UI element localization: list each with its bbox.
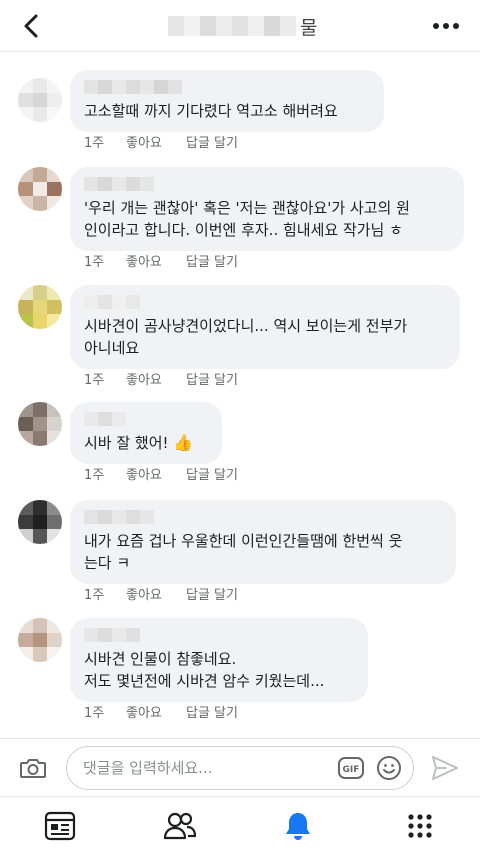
chevron-left-icon (24, 14, 38, 38)
friends-icon (163, 812, 197, 840)
comment-actions: 1주 좋아요 답글 달기 (84, 251, 238, 270)
like-link[interactable]: 좋아요 (126, 251, 186, 270)
thumbs-up-emoji: 👍 (173, 433, 194, 452)
avatar[interactable] (18, 500, 62, 544)
tab-notifications[interactable] (278, 807, 318, 845)
like-link[interactable]: 좋아요 (126, 369, 186, 388)
blurred-author-name (84, 80, 370, 94)
blurred-author-name (84, 177, 450, 191)
blurred-name (168, 16, 296, 36)
comment-actions: 1주 좋아요 답글 달기 (84, 584, 238, 603)
blurred-author-name (84, 295, 446, 309)
blurred-author-name (84, 628, 354, 642)
emoji-button[interactable] (376, 755, 402, 781)
comment-text-content: 시바 잘 했어! (84, 434, 169, 452)
comment-bubble[interactable]: 고소할때 까지 기다렸다 역고소 해버려요 (70, 70, 384, 132)
camera-button[interactable] (18, 753, 48, 783)
reply-link[interactable]: 답글 달기 (186, 702, 238, 721)
comment-time: 1주 (84, 136, 105, 151)
page-title-text: 물 (300, 16, 318, 39)
comment-bubble[interactable]: 내가 요즘 겁나 우울한데 이런인간들땜에 한번씩 웃 는다 ㅋ (70, 500, 456, 584)
comment-text: 내가 요즘 겁나 우울한데 이런인간들땜에 한번씩 웃 는다 ㅋ (84, 532, 403, 572)
reply-link[interactable]: 답글 달기 (186, 251, 238, 270)
comment-time: 1주 (84, 468, 105, 483)
comment-time: 1주 (84, 588, 105, 603)
avatar[interactable] (18, 402, 62, 446)
tab-menu[interactable] (400, 807, 440, 845)
top-bar: 물 (0, 0, 480, 52)
comment-text: 시바견이 곰사냥견이었다니... 역시 보이는게 전부가 아니네요 (84, 317, 408, 357)
like-link[interactable]: 좋아요 (126, 584, 186, 603)
reply-link[interactable]: 답글 달기 (186, 132, 238, 151)
back-button[interactable] (16, 10, 48, 42)
comment-list[interactable]: 고소할때 까지 기다렸다 역고소 해버려요 1주 좋아요 답글 달기 '우리 개… (0, 52, 480, 738)
comment-time: 1주 (84, 373, 105, 388)
like-link[interactable]: 좋아요 (126, 132, 186, 151)
more-button[interactable] (428, 10, 464, 42)
like-link[interactable]: 좋아요 (126, 464, 186, 483)
reply-link[interactable]: 답글 달기 (186, 464, 238, 483)
more-horizontal-icon (433, 23, 459, 29)
avatar[interactable] (18, 78, 62, 122)
comment-bubble[interactable]: 시바견이 곰사냥견이었다니... 역시 보이는게 전부가 아니네요 (70, 285, 460, 369)
news-feed-icon (44, 811, 76, 841)
comment-actions: 1주 좋아요 답글 달기 (84, 132, 238, 151)
reply-link[interactable]: 답글 달기 (186, 584, 238, 603)
tab-friends[interactable] (160, 807, 200, 845)
avatar[interactable] (18, 285, 62, 329)
page-title: 물 (168, 12, 317, 40)
blurred-author-name (84, 412, 208, 426)
comment-text: '우리 개는 괜찮아' 혹은 '저는 괜찮아요'가 사고의 원 인이라고 합니다… (84, 199, 410, 239)
notifications-bell-icon (286, 813, 310, 840)
tab-news-feed[interactable] (40, 807, 80, 845)
send-button[interactable] (430, 754, 460, 782)
camera-icon (20, 759, 46, 778)
comment-text: 시바견 인물이 참좋네요. 저도 몇년전에 시바견 암수 키웠는데... (84, 650, 325, 690)
bottom-tab-bar (0, 796, 480, 854)
gif-icon: GIF (338, 757, 364, 779)
comment-text: 고소할때 까지 기다렸다 역고소 해버려요 (84, 102, 338, 120)
comment-actions: 1주 좋아요 답글 달기 (84, 702, 238, 721)
comment-bubble[interactable]: 시바 잘 했어! 👍 (70, 402, 222, 464)
comment-actions: 1주 좋아요 답글 달기 (84, 369, 238, 388)
comment-bubble[interactable]: '우리 개는 괜찮아' 혹은 '저는 괜찮아요'가 사고의 원 인이라고 합니다… (70, 167, 464, 251)
send-icon (432, 756, 458, 780)
smiley-icon (377, 756, 401, 780)
comment-actions: 1주 좋아요 답글 달기 (84, 464, 238, 483)
reply-link[interactable]: 답글 달기 (186, 369, 238, 388)
gif-button[interactable]: GIF (338, 755, 364, 781)
menu-grid-icon (408, 814, 432, 838)
comment-time: 1주 (84, 706, 105, 721)
comment-text: 시바 잘 했어! 👍 (84, 432, 208, 454)
comment-composer: GIF (0, 738, 480, 796)
comment-time: 1주 (84, 255, 105, 270)
comment-bubble[interactable]: 시바견 인물이 참좋네요. 저도 몇년전에 시바견 암수 키웠는데... (70, 618, 368, 702)
blurred-author-name (84, 510, 442, 524)
like-link[interactable]: 좋아요 (126, 702, 186, 721)
avatar[interactable] (18, 618, 62, 662)
avatar[interactable] (18, 167, 62, 211)
gif-label: GIF (343, 765, 360, 775)
